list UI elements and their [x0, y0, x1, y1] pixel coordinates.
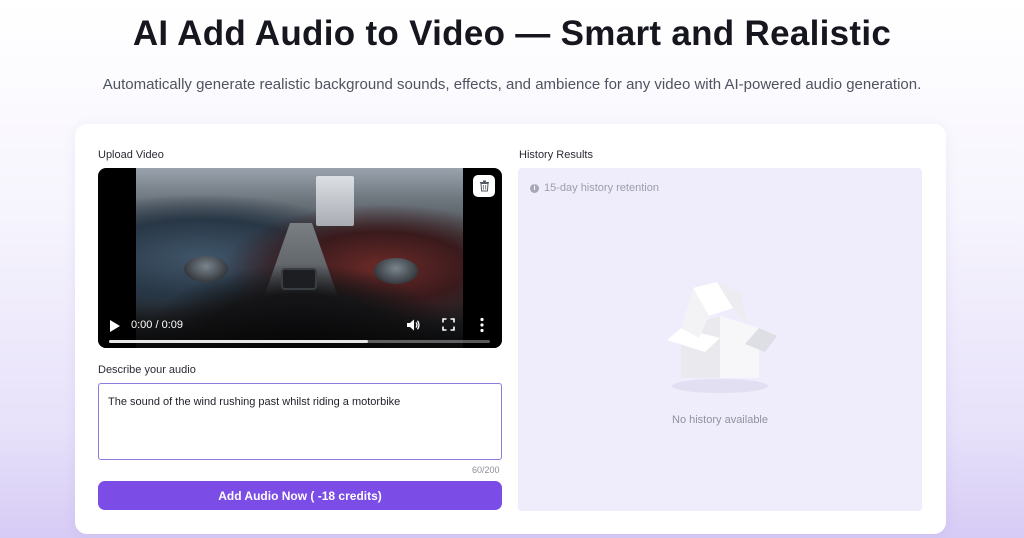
history-retention-text: 15-day history retention	[544, 182, 659, 194]
describe-audio-label: Describe your audio	[98, 364, 196, 376]
history-results-label: History Results	[519, 149, 593, 161]
main-card: Upload Video 0:00 / 0:09 Describe your a…	[75, 124, 946, 534]
video-controls: 0:00 / 0:09	[98, 302, 502, 348]
history-panel: i 15-day history retention No history av…	[518, 168, 922, 511]
video-player[interactable]: 0:00 / 0:09	[98, 168, 502, 348]
fullscreen-icon[interactable]	[442, 318, 455, 331]
info-icon: i	[530, 183, 539, 193]
history-retention-note: i 15-day history retention	[530, 182, 659, 194]
audio-description-input[interactable]: The sound of the wind rushing past whils…	[98, 383, 502, 460]
delete-video-button[interactable]	[473, 175, 495, 197]
empty-history-text: No history available	[672, 414, 768, 426]
trash-icon	[479, 180, 489, 192]
page-title: AI Add Audio to Video — Smart and Realis…	[132, 14, 892, 53]
video-progress-fill	[109, 340, 369, 343]
volume-icon[interactable]	[406, 318, 420, 332]
page-subtitle: Automatically generate realistic backgro…	[102, 76, 922, 93]
add-audio-button[interactable]: Add Audio Now ( -18 credits)	[98, 481, 502, 510]
char-count: 60/200	[472, 465, 500, 475]
more-vertical-icon[interactable]	[479, 317, 485, 333]
video-time: 0:00 / 0:09	[131, 319, 183, 331]
empty-box-icon	[667, 282, 777, 393]
upload-video-label: Upload Video	[98, 149, 164, 161]
play-icon[interactable]	[110, 320, 120, 332]
video-progress-bar[interactable]	[109, 340, 490, 343]
